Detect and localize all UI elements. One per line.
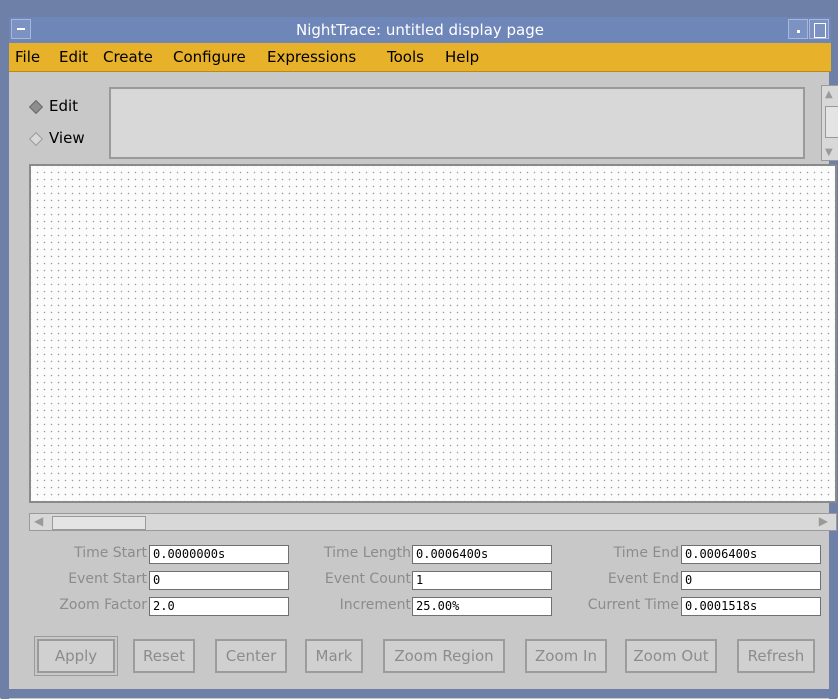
mark-button[interactable]: Mark	[305, 639, 363, 673]
radio-edit[interactable]: Edit	[28, 97, 79, 115]
menu-configure[interactable]: Configure	[173, 48, 246, 66]
mode-panel: Edit View ▲ ▼	[15, 81, 838, 163]
scroll-right-icon[interactable]: ▶	[819, 514, 828, 528]
menu-edit[interactable]: Edit	[59, 48, 88, 66]
nighttrace-window: NightTrace: untitled display page File E…	[0, 0, 838, 699]
window-frame-top[interactable]	[1, 1, 838, 17]
menu-bar: File Edit Create Configure Expressions T…	[9, 43, 831, 72]
menu-help[interactable]: Help	[445, 48, 479, 66]
refresh-button[interactable]: Refresh	[737, 639, 815, 673]
radio-view-label: View	[49, 129, 85, 147]
window-frame-left[interactable]	[1, 1, 9, 699]
apply-button[interactable]: Apply	[37, 639, 115, 673]
menu-create[interactable]: Create	[103, 48, 153, 66]
radio-unselected-icon	[28, 131, 44, 146]
display-page-grid[interactable]	[29, 164, 837, 503]
radio-edit-label: Edit	[49, 97, 79, 115]
current-time-label: Current Time	[587, 597, 679, 613]
increment-label: Increment	[339, 597, 411, 613]
vertical-scroll-thumb[interactable]	[825, 106, 838, 138]
zoom-region-button[interactable]: Zoom Region	[383, 639, 505, 673]
title-bar[interactable]: NightTrace: untitled display page	[9, 17, 831, 44]
event-count-field[interactable]: 1	[412, 571, 552, 590]
radio-selected-icon	[28, 99, 44, 114]
event-end-label: Event End	[607, 571, 679, 587]
menu-file[interactable]: File	[15, 48, 40, 66]
zoom-factor-field[interactable]: 2.0	[149, 597, 289, 616]
scroll-up-icon[interactable]: ▲	[825, 89, 833, 100]
scroll-down-icon[interactable]: ▼	[825, 147, 833, 158]
time-start-field[interactable]: 0.0000000s	[149, 545, 289, 564]
time-length-label: Time Length	[323, 545, 411, 561]
window-frame-bottom[interactable]	[1, 689, 838, 697]
iconify-icon[interactable]	[788, 19, 808, 39]
time-end-label: Time End	[613, 545, 679, 561]
radio-view[interactable]: View	[28, 129, 85, 147]
event-start-field[interactable]: 0	[149, 571, 289, 590]
zoom-out-button[interactable]: Zoom Out	[625, 639, 717, 673]
zoom-in-button[interactable]: Zoom In	[525, 639, 607, 673]
menu-expressions[interactable]: Expressions	[267, 48, 356, 66]
event-end-field[interactable]: 0	[681, 571, 821, 590]
zoom-factor-label: Zoom Factor	[59, 597, 147, 613]
window-title: NightTrace: untitled display page	[295, 21, 545, 39]
vertical-scrollbar[interactable]: ▲ ▼	[821, 85, 838, 161]
menu-tools[interactable]: Tools	[387, 48, 424, 66]
time-start-label: Time Start	[74, 545, 147, 561]
edit-area[interactable]	[109, 87, 805, 159]
event-start-label: Event Start	[68, 571, 147, 587]
increment-field[interactable]: 25.00%	[412, 597, 552, 616]
horizontal-scrollbar[interactable]: ◀ ▶	[29, 513, 837, 531]
horizontal-scroll-thumb[interactable]	[52, 516, 146, 530]
time-length-field[interactable]: 0.0006400s	[412, 545, 552, 564]
time-end-field[interactable]: 0.0006400s	[681, 545, 821, 564]
reset-button[interactable]: Reset	[133, 639, 195, 673]
current-time-field[interactable]: 0.0001518s	[681, 597, 821, 616]
event-count-label: Event Count	[324, 571, 411, 587]
scroll-left-icon[interactable]: ◀	[34, 514, 43, 528]
center-button[interactable]: Center	[215, 639, 287, 673]
maximize-icon[interactable]	[809, 19, 829, 39]
